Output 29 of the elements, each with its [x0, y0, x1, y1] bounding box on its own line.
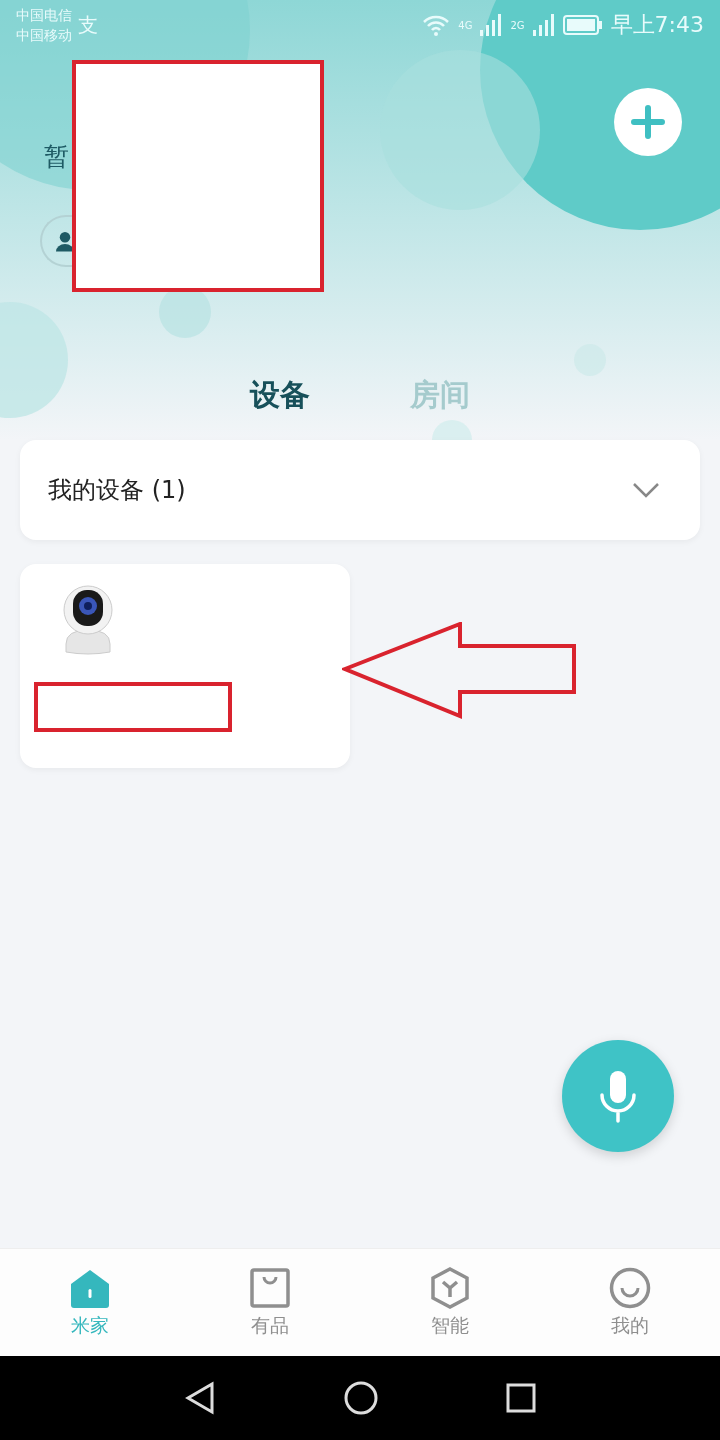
shopping-bag-icon	[249, 1266, 291, 1309]
nav-tab[interactable]: 我的	[540, 1249, 720, 1356]
signal-icon	[532, 14, 555, 36]
bubble-decoration	[432, 420, 472, 440]
recents-icon[interactable]	[506, 1383, 536, 1413]
back-icon[interactable]	[184, 1381, 216, 1415]
nav-tab[interactable]: 米家	[0, 1249, 180, 1356]
device-card[interactable]	[20, 564, 350, 768]
home-circle-icon[interactable]	[344, 1381, 378, 1415]
clock-time: 早上7:43	[610, 11, 704, 39]
nav-tab[interactable]: 智能	[360, 1249, 540, 1356]
plus-icon	[631, 105, 665, 139]
tab[interactable]: 设备	[250, 374, 310, 416]
hexagon-icon	[429, 1266, 471, 1309]
home-subtitle: 暂	[44, 141, 69, 173]
microphone-icon	[598, 1069, 638, 1123]
camera-icon	[60, 584, 116, 656]
network-type: 2G	[510, 19, 525, 31]
carrier-label: 支	[78, 11, 98, 39]
network-type: 4G	[458, 19, 473, 31]
battery-icon	[562, 15, 603, 35]
nav-tab[interactable]: 有品	[180, 1249, 360, 1356]
carrier-name: 中国移动	[16, 26, 72, 45]
signal-icon	[480, 14, 503, 36]
smile-icon	[609, 1266, 651, 1309]
wifi-icon	[422, 14, 451, 36]
carrier-name: 中国电信	[16, 6, 72, 25]
device-group-header[interactable]: 我的设备 (1)	[20, 440, 700, 540]
group-title: 我的设备 (1)	[48, 475, 186, 506]
